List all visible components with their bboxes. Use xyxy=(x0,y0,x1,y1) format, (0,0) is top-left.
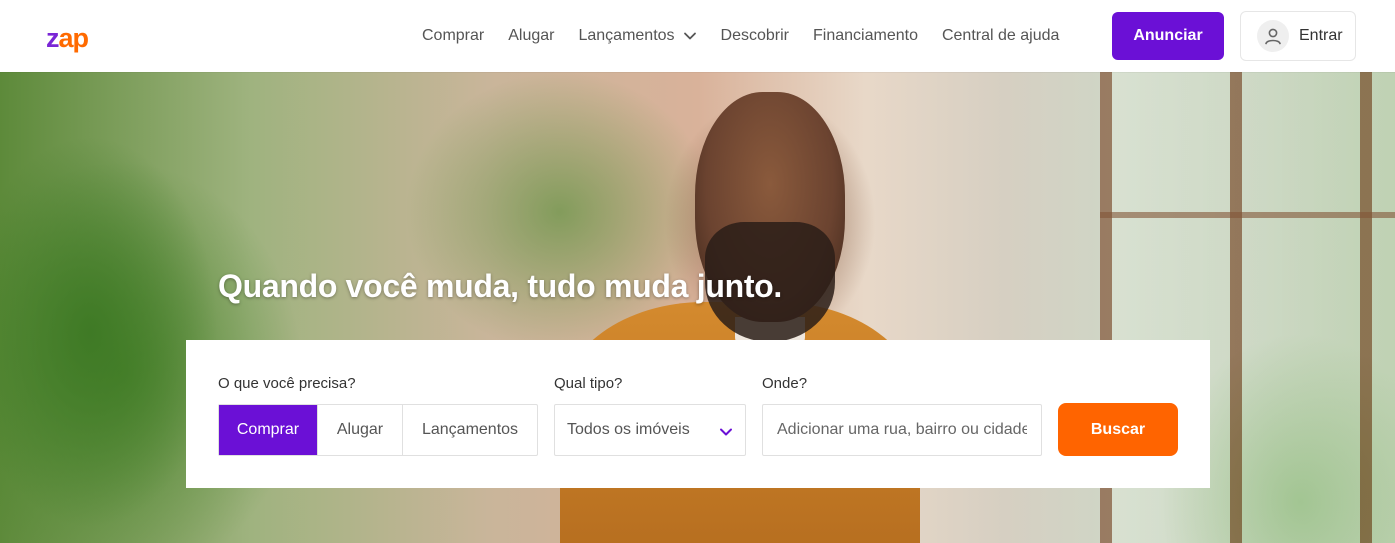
nav-financiamento-label: Financiamento xyxy=(813,27,918,44)
buscar-button[interactable]: Buscar xyxy=(1058,403,1178,456)
nav-central-de-ajuda-label: Central de ajuda xyxy=(941,27,1060,44)
transaction-type-toggle: Comprar Alugar Lançamentos xyxy=(218,404,538,456)
nav-comprar[interactable]: Comprar xyxy=(422,27,484,45)
nav-financiamento[interactable]: Financiamento xyxy=(813,27,918,45)
nav-descobrir[interactable]: Descobrir xyxy=(721,27,789,45)
user-icon xyxy=(1257,20,1289,52)
search-card: O que você precisa? Qual tipo? Onde? Com… xyxy=(186,340,1210,488)
chevron-down-icon xyxy=(720,428,732,436)
logo-letter-z: z xyxy=(46,23,59,53)
nav-alugar-label: Alugar xyxy=(508,27,555,44)
logo-letters-ap: ap xyxy=(58,23,89,53)
nav-central-de-ajuda[interactable]: Central de ajuda xyxy=(942,27,1059,45)
where-label: Onde? xyxy=(762,375,808,392)
property-type-value: Todos os imóveis xyxy=(567,421,690,438)
hero-background-window-bar xyxy=(1100,212,1395,218)
location-input[interactable] xyxy=(762,404,1042,456)
option-alugar[interactable]: Alugar xyxy=(318,405,403,455)
top-header: z ap Comprar Alugar Lançamentos Descobrir… xyxy=(0,0,1395,72)
anunciar-button[interactable]: Anunciar xyxy=(1112,12,1224,60)
type-label: Qual tipo? xyxy=(554,375,623,392)
nav-comprar-label: Comprar xyxy=(422,27,485,44)
need-label: O que você precisa? xyxy=(218,375,356,392)
nav-lancamentos-label: Lançamentos xyxy=(578,27,675,44)
nav-descobrir-label: Descobrir xyxy=(720,27,790,44)
property-type-select[interactable]: Todos os imóveis xyxy=(554,404,746,456)
hero-title: Quando você muda, tudo muda junto. xyxy=(218,268,783,304)
nav-alugar[interactable]: Alugar xyxy=(508,27,554,45)
main-nav: Comprar Alugar Lançamentos Descobrir Fin… xyxy=(422,0,1083,72)
zap-logo[interactable]: z ap xyxy=(46,22,89,53)
entrar-label: Entrar xyxy=(1299,27,1343,44)
entrar-button[interactable]: Entrar xyxy=(1240,11,1356,61)
nav-lancamentos[interactable]: Lançamentos xyxy=(578,27,696,45)
chevron-down-icon xyxy=(683,32,696,40)
option-lancamentos[interactable]: Lançamentos xyxy=(403,405,537,455)
option-comprar[interactable]: Comprar xyxy=(219,405,318,455)
